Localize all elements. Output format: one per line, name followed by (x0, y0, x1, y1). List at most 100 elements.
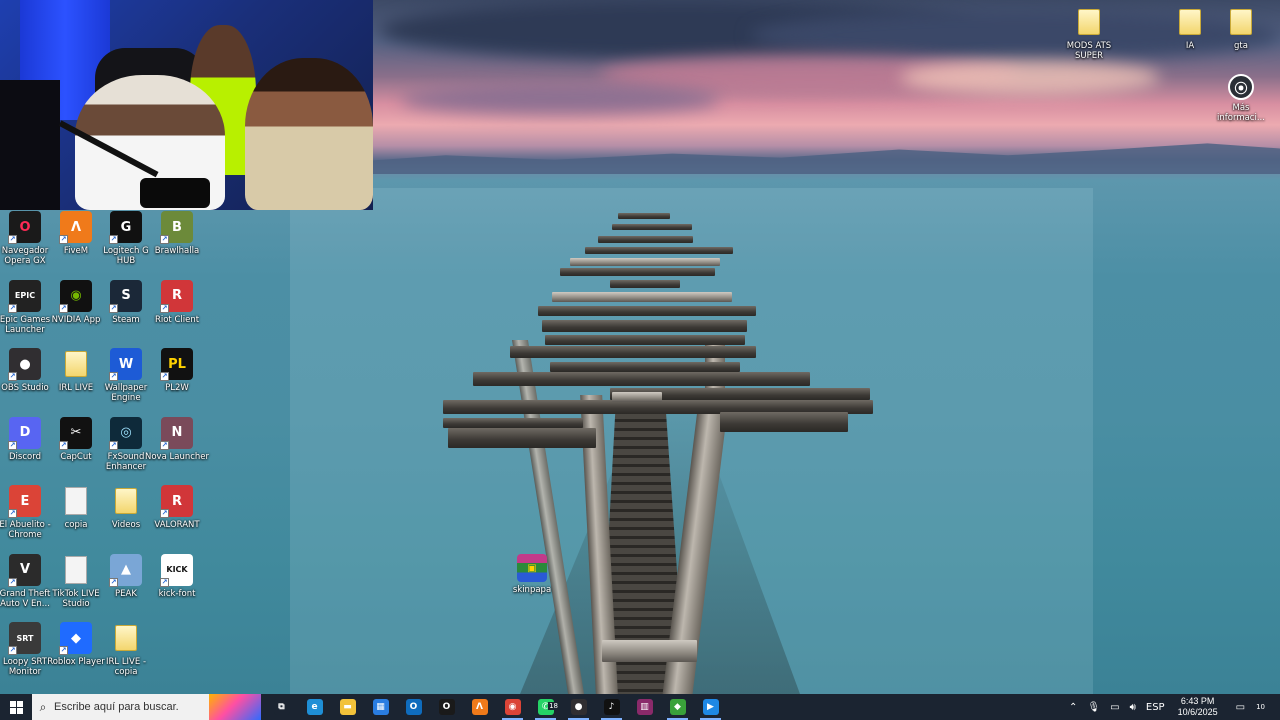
document-icon (60, 485, 92, 517)
microphone-icon[interactable]: 🎙︎ (1082, 702, 1105, 713)
desktop-icon-label: Brawlhalla (154, 246, 200, 256)
shortcut-arrow-icon: ↗ (59, 235, 68, 244)
folder-icon (1225, 6, 1257, 38)
shortcut-arrow-icon: ↗ (8, 440, 17, 450)
volume-icon[interactable]: 🔊︎ (1125, 702, 1141, 713)
desktop-icon-mods-ats-super[interactable]: MODS ATS SUPER (1060, 6, 1118, 74)
shortcut-arrow-icon: ↗ (109, 577, 118, 587)
taskbar-app-fivem[interactable]: Λ (463, 694, 496, 720)
discord-icon: D ↗ (8, 416, 41, 450)
pl2w-icon: PL ↗ (160, 348, 193, 381)
desktop-icon-peak[interactable]: ▲ ↗ PEAK (97, 553, 155, 622)
taskbar-app-obs-studio[interactable]: ● (562, 694, 595, 720)
sky-cloud (400, 85, 720, 115)
folder-icon (110, 485, 142, 517)
shortcut-arrow-icon: ↗ (8, 372, 17, 381)
app-badge: 18 (548, 702, 559, 710)
desktop-icon-label: gta (1234, 41, 1248, 51)
shortcut-arrow-icon: ↗ (109, 235, 118, 244)
desktop-icon-discord[interactable]: D ↗ Discord (0, 416, 54, 485)
desktop-icon-logitech-g-hub[interactable]: G ↗ Logitech G HUB (97, 211, 155, 279)
shortcut-arrow-icon: ↗ (109, 372, 118, 381)
taskbar-app-microsoft-store[interactable]: ▦ (364, 694, 397, 720)
webcam-microphone (140, 178, 210, 208)
notifications-button[interactable]: ▭ 10 (1226, 702, 1280, 713)
outlook-icon: O (405, 699, 422, 715)
desktop-icon-valorant[interactable]: R ↗ VALORANT (148, 485, 206, 553)
pier-plank (610, 280, 680, 288)
media-player-icon: ▶ (702, 699, 719, 715)
desktop-icon-epic-games-launcher[interactable]: EPIC ↗ Epic Games Launcher (0, 279, 54, 348)
desktop-icon-fxsound-enhancer[interactable]: ◎ ↗ FxSound Enhancer (97, 416, 155, 485)
desktop-icon-nova-launcher[interactable]: N ↗ Nova Launcher (145, 416, 210, 485)
taskbar-app-chrome[interactable]: ◉ (496, 694, 529, 720)
pier-plank (598, 236, 693, 243)
taskbar-app-outlook[interactable]: O (397, 694, 430, 720)
shortcut-arrow-icon: ↗ (59, 646, 68, 655)
taskbar-app-media-player[interactable]: ▶ (694, 694, 727, 720)
desktop-icon-el-abuelito-chrome[interactable]: E ↗ El Abuelito - Chrome (0, 485, 54, 553)
chevron-up-icon[interactable]: ⌃ (1064, 702, 1082, 713)
opera-gx-icon: O (438, 699, 455, 715)
tiktok-icon: ♪ (603, 699, 620, 715)
desktop-icon-brawlhalla[interactable]: B ↗ Brawlhalla (148, 211, 206, 279)
pier-plank (560, 268, 715, 276)
start-button[interactable] (0, 694, 32, 720)
desktop: O ↗ Navegador Opera GX Λ ↗ FiveM G ↗ Logitech G … (0, 0, 1280, 694)
taskbar-app-edge[interactable]: e (298, 694, 331, 720)
desktop-icon-irl-live-copia[interactable]: IRL LIVE - copia (97, 622, 155, 690)
shortcut-arrow-icon: ↗ (160, 235, 169, 244)
search-highlight-icon (209, 694, 261, 720)
taskbar-app-winrar[interactable]: ▥ (628, 694, 661, 720)
pier-plank (542, 320, 747, 332)
webcam-overlay (0, 0, 373, 210)
desktop-icon-ia[interactable]: IA (1161, 6, 1219, 74)
webcam-monitor (0, 80, 60, 210)
sky-cloud (900, 60, 1160, 95)
taskbar: ⌕ Escribe aquí para buscar. ⧉ e ▬ ▦ O O Λ ◉ ✆ 18 ●… (0, 694, 1280, 720)
desktop-icon-navegador-opera-gx[interactable]: O ↗ Navegador Opera GX (0, 211, 54, 279)
shortcut-arrow-icon: ↗ (109, 303, 118, 313)
desktop-icon-steam[interactable]: S ↗ Steam (97, 279, 155, 348)
clock[interactable]: 6:43 PM 10/6/2025 (1170, 696, 1226, 718)
peak-icon: ▲ ↗ (109, 553, 142, 587)
valorant-icon: R ↗ (160, 485, 193, 518)
clock-time: 6:43 PM (1180, 696, 1215, 706)
network-icon[interactable]: ▭ (1105, 702, 1124, 713)
language-indicator[interactable]: ESP (1141, 702, 1170, 713)
green-app-icon: ◆ (669, 699, 686, 715)
folder-icon (1073, 6, 1105, 38)
pier-plank (612, 224, 692, 230)
desktop-icon-grand-theft-auto-v-en[interactable]: V ↗ Grand Theft Auto V En... (0, 553, 54, 622)
desktop-icon-obs-studio[interactable]: ● ↗ OBS Studio (0, 348, 54, 416)
shortcut-arrow-icon: ↗ (160, 303, 169, 313)
windows-logo-icon (9, 700, 23, 714)
obs-studio-icon: ● ↗ (8, 348, 41, 381)
desktop-icon-label: Nova Launcher (145, 451, 210, 462)
gta-v-icon: V ↗ (8, 553, 41, 587)
shortcut-arrow-icon: ↗ (59, 440, 68, 450)
search-icon: ⌕ (39, 699, 47, 714)
desktop-icon-kick-font[interactable]: KICK ↗ kick-font (148, 553, 206, 622)
desktop-icon-pl2w[interactable]: PL ↗ PL2W (148, 348, 206, 416)
search-placeholder: Escribe aquí para buscar. (54, 701, 179, 713)
taskbar-app-opera-gx[interactable]: O (430, 694, 463, 720)
desktop-icon-skinpapa[interactable]: ▣ skinpapa (503, 554, 561, 622)
pier-plank (443, 418, 583, 428)
taskbar-app-whatsapp[interactable]: ✆ 18 (529, 694, 562, 720)
fivem-icon: Λ (471, 699, 488, 715)
desktop-icon-mas-informacion[interactable]: ⦿ Más informaci... (1212, 74, 1270, 142)
desktop-icon-label: skinpapa (512, 585, 552, 595)
desktop-icon-wallpaper-engine[interactable]: W ↗ Wallpaper Engine (97, 348, 155, 416)
desktop-icon-loopy-srt-monitor[interactable]: SRT ↗ Loopy SRT Monitor (0, 622, 54, 690)
taskbar-app-tiktok[interactable]: ♪ (595, 694, 628, 720)
taskbar-app-file-explorer[interactable]: ▬ (331, 694, 364, 720)
desktop-icon-riot-client[interactable]: R ↗ Riot Client (148, 279, 206, 348)
taskbar-app-green-app[interactable]: ◆ (661, 694, 694, 720)
mountains (373, 143, 1280, 174)
desktop-icon-gta[interactable]: gta (1212, 6, 1270, 74)
desktop-icon-videos[interactable]: Videos (97, 485, 155, 553)
taskbar-search[interactable]: ⌕ Escribe aquí para buscar. (32, 694, 261, 720)
roblox-icon: ◆ ↗ (59, 622, 92, 655)
taskbar-app-task-view[interactable]: ⧉ (265, 694, 298, 720)
